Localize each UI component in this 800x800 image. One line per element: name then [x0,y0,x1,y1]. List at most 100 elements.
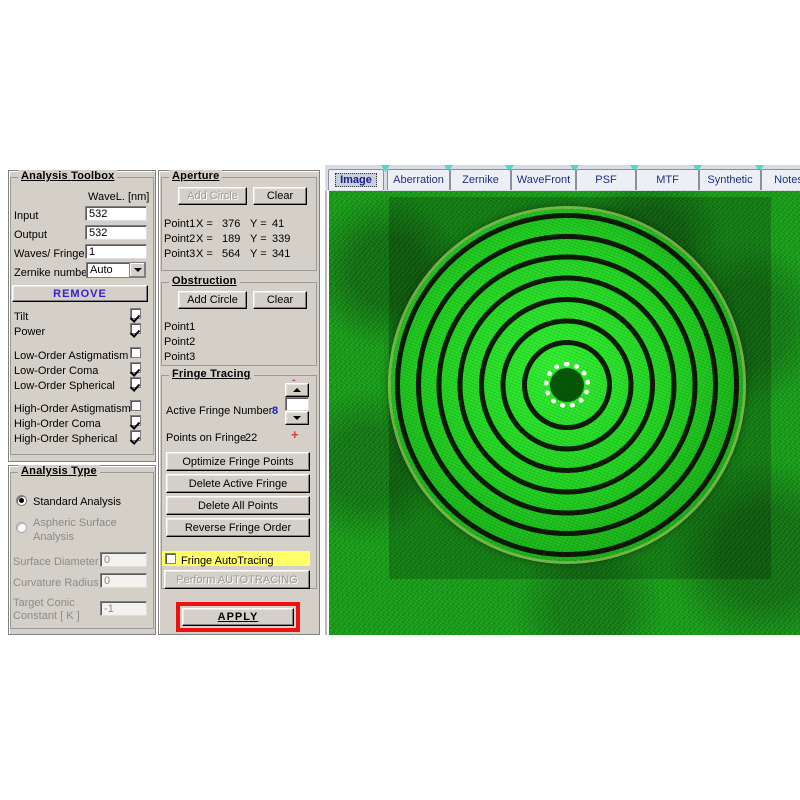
reverse-fringe-order-button[interactable]: Reverse Fringe Order [166,518,310,537]
remove-item-label-low-order-coma: Low-Order Coma [14,365,98,377]
remove-item-label-high-order-astigmatism: High-Order Astigmatism [14,403,131,415]
target-conic-label-line2: Constant [ K ] [13,610,80,622]
traced-points-ring-active [544,362,590,408]
obstruction-point3: Point3 [164,351,195,363]
checkbox-power[interactable] [130,323,141,334]
optimize-fringe-points-button[interactable]: Optimize Fringe Points [166,452,310,471]
chevron-down-icon[interactable] [129,263,145,277]
remove-item-label-low-order-astigmatism: Low-Order Astigmatism [14,350,128,362]
zernike-number-combo[interactable]: Auto [86,262,146,278]
aperture-point1-y-value: 41 [272,218,284,230]
remove-item-label-low-order-spherical: Low-Order Spherical [14,380,115,392]
aspheric-analysis-label-line1: Aspheric Surface [33,517,117,529]
active-fringe-number-label: Active Fringe Number [166,405,272,417]
zernike-number-value: Auto [87,264,129,276]
input-label: Input [14,210,38,222]
tab-psf[interactable]: PSF [576,169,636,190]
aperture-point2-x-label: X = [196,233,213,245]
points-on-fringe-label: Points on Fringe [166,432,246,444]
aperture-point1-name: Point1 [164,218,195,230]
apply-button[interactable]: APPLY [182,608,294,626]
aperture-point3-y-value: 341 [272,248,290,260]
chevron-down-icon [293,416,301,420]
aperture-add-circle-button[interactable]: Add Circle [178,187,247,205]
aperture-point1-y-label: Y = [250,218,267,230]
tab-zernike-label: Zernike [462,174,499,186]
obstruction-add-circle-button[interactable]: Add Circle [178,291,247,309]
output-wavelength-field[interactable]: 532 [85,225,147,240]
tab-wavefront[interactable]: WaveFront [511,169,576,190]
checkbox-low-order-spherical[interactable] [130,377,141,388]
tab-image[interactable]: Image [328,169,384,190]
aperture-point3-y-label: Y = [250,248,267,260]
remove-button[interactable]: REMOVE [12,285,148,302]
tab-synthetic[interactable]: Synthetic [699,169,761,190]
points-on-fringe-value: 22 [245,432,257,444]
delete-all-points-button[interactable]: Delete All Points [166,496,310,515]
checkbox-low-order-astigmatism[interactable] [130,347,141,358]
waves-per-fringe-field[interactable]: 1 [85,244,147,259]
interferogram-image[interactable] [329,191,800,635]
checkbox-high-order-coma[interactable] [130,415,141,426]
obstruction-point2: Point2 [164,336,195,348]
perform-autotracing-button[interactable]: Perform AUTOTRACING [164,570,310,589]
spinner-increment-marker[interactable]: + [291,429,299,441]
checkbox-high-order-spherical[interactable] [130,430,141,441]
zernike-number-label: Zernike number [14,267,91,279]
tab-bar: Image Aberration Zernike WaveFront PSF M… [325,165,800,191]
radio-standard-analysis[interactable] [16,495,27,506]
aperture-title: Aperture [169,170,222,182]
aperture-point2-x-value: 189 [222,233,240,245]
tab-zernike[interactable]: Zernike [450,169,511,190]
obstruction-title: Obstruction [169,275,240,287]
application-window: Analysis Toolbox WaveL. [nm] Input 532 O… [0,165,800,635]
radio-aspheric-surface-analysis[interactable] [16,522,27,533]
analysis-type-title: Analysis Type [18,465,100,477]
aperture-point3-x-value: 564 [222,248,240,260]
fringe-tracing-title: Fringe Tracing [169,368,254,380]
aperture-point1-x-label: X = [196,218,213,230]
remove-item-label-power: Power [14,326,45,338]
surface-diameter-field[interactable]: 0 [100,552,147,567]
tab-notes[interactable]: Notes [761,169,800,190]
aperture-disc [391,209,743,561]
aperture-point3-name: Point3 [164,248,195,260]
aperture-point3-x-label: X = [196,248,213,260]
analysis-toolbox-title: Analysis Toolbox [18,170,117,182]
remove-item-label-high-order-spherical: High-Order Spherical [14,433,117,445]
tab-image-label: Image [335,173,377,187]
aperture-point2-y-label: Y = [250,233,267,245]
remove-item-label-high-order-coma: High-Order Coma [14,418,101,430]
fringe-spinner-up-button[interactable] [285,383,309,397]
checkbox-tilt[interactable] [130,308,141,319]
target-conic-label-line1: Target Conic [13,597,75,609]
checkbox-low-order-coma[interactable] [130,362,141,373]
aperture-point1-x-value: 376 [222,218,240,230]
tab-mtf-label: MTF [656,174,679,186]
aperture-point2-y-value: 339 [272,233,290,245]
obstruction-clear-button[interactable]: Clear [253,291,307,309]
fringe-spinner-field[interactable] [285,397,309,411]
input-wavelength-field[interactable]: 532 [85,206,147,221]
checkbox-fringe-autotracing[interactable] [165,553,176,564]
surface-diameter-label: Surface Diameter [13,556,99,568]
aperture-point2-name: Point2 [164,233,195,245]
checkbox-high-order-astigmatism[interactable] [130,400,141,411]
wavelength-header: WaveL. [nm] [88,191,149,203]
tab-aberration[interactable]: Aberration [387,169,450,190]
remove-item-label-tilt: Tilt [14,311,28,323]
curvature-radius-label: Curvature Radius [13,577,99,589]
standard-analysis-label: Standard Analysis [33,496,121,508]
target-conic-field[interactable]: -1 [100,601,147,616]
chevron-up-icon [293,388,301,392]
delete-active-fringe-button[interactable]: Delete Active Fringe [166,474,310,493]
aperture-clear-button[interactable]: Clear [253,187,307,205]
tab-aberration-label: Aberration [393,174,444,186]
tab-notes-label: Notes [774,174,800,186]
image-pane [325,191,800,635]
fringe-spinner-down-button[interactable] [285,411,309,425]
tab-psf-label: PSF [595,174,616,186]
curvature-radius-field[interactable]: 0 [100,573,147,588]
tab-mtf[interactable]: MTF [636,169,699,190]
aspheric-analysis-label-line2: Analysis [33,531,74,543]
